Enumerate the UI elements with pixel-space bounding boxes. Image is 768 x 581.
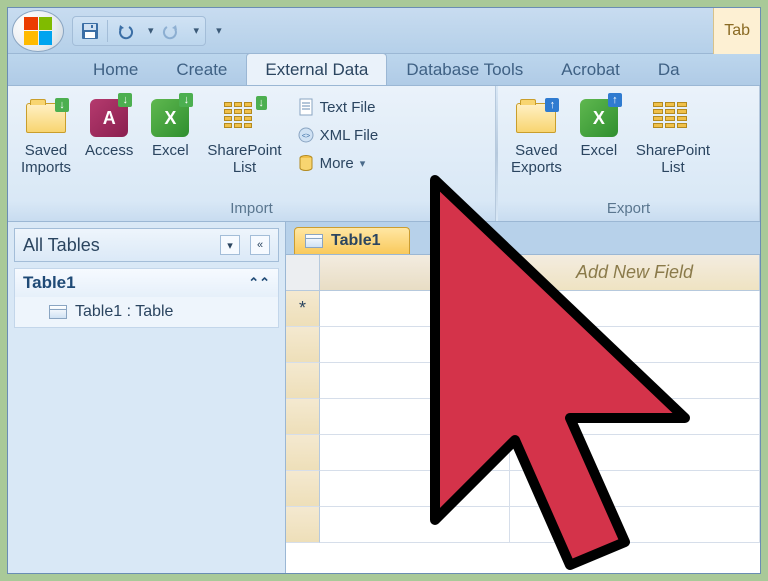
datasheet-header-row: ID Add New Field [286,255,760,291]
saved-exports-label: Saved Exports [511,143,562,176]
document-tab-table1[interactable]: Table1 [294,227,410,254]
import-xml-file-label: XML File [320,127,379,144]
tab-home[interactable]: Home [74,53,157,85]
tab-create[interactable]: Create [157,53,246,85]
qat-customize-dropdown[interactable]: ▾ [216,24,222,37]
collapse-chevron-icon: ⌃⌃ [248,275,270,291]
sharepoint-list-icon [653,102,693,134]
cell-id-new[interactable]: (New) [320,291,510,327]
redo-icon [162,22,180,40]
folder-export-icon: ↑ [516,103,556,133]
navigation-pane-header[interactable]: All Tables ▾ « [14,228,279,262]
import-access-button[interactable]: A↓ Access [78,90,140,165]
export-excel-button[interactable]: X↑ Excel [569,90,629,165]
sharepoint-list-icon: ↓ [224,102,264,134]
export-sharepoint-label: SharePoint List [636,143,710,176]
ribbon-group-import: ↓ Saved Imports A↓ Access X↓ Excel ↓ Sha… [8,86,496,221]
qat-cluster: ▾ ▾ [72,16,206,46]
select-all-corner[interactable] [286,255,320,291]
import-excel-label: Excel [152,143,189,160]
nav-section-title: Table1 [23,273,76,293]
tab-truncated[interactable]: Da [639,53,685,85]
access-icon: A↓ [90,99,128,137]
column-header-add-new-field[interactable]: Add New Field [510,255,760,291]
office-button[interactable] [12,10,64,52]
row-selector-new[interactable]: * [286,291,320,327]
tab-acrobat[interactable]: Acrobat [542,53,639,85]
undo-button[interactable] [114,20,136,42]
nav-item-label: Table1 : Table [75,303,173,321]
import-more-button[interactable]: More ▾ [291,150,384,176]
chevron-down-icon: ▾ [227,239,233,252]
redo-dropdown: ▾ [194,24,200,37]
saved-imports-label: Saved Imports [21,143,71,176]
import-sharepoint-label: SharePoint List [207,143,281,176]
import-text-file-button[interactable]: Text File [291,94,384,120]
table-icon [305,234,323,248]
new-record-row: * (New) [286,291,760,327]
nav-dropdown-button[interactable]: ▾ [220,235,240,255]
ribbon-group-export: ↑ Saved Exports X↑ Excel SharePoint List… [498,86,760,221]
redo-button[interactable] [160,20,182,42]
xml-file-icon: <> [296,125,316,145]
document-tab-strip: Table1 [286,222,760,254]
document-area: Table1 ID Add New Field * (New) [286,222,760,573]
datasheet-view: ID Add New Field * (New) [286,254,760,573]
folder-import-icon: ↓ [26,103,66,133]
nav-section-header[interactable]: Table1 ⌃⌃ [15,269,278,297]
import-excel-button[interactable]: X↓ Excel [140,90,200,165]
save-button[interactable] [79,20,101,42]
workspace: All Tables ▾ « Table1 ⌃⌃ Table1 : Table [8,222,760,573]
import-xml-file-button[interactable]: <> XML File [291,122,384,148]
excel-icon: X↑ [580,99,618,137]
undo-icon [116,22,134,40]
contextual-tab-label: Tab [724,22,750,40]
saved-exports-button[interactable]: ↑ Saved Exports [504,90,569,181]
table-icon [49,305,67,319]
database-icon [296,153,316,173]
navigation-pane-title: All Tables [23,235,100,256]
nav-item-table1[interactable]: Table1 : Table [15,297,278,327]
import-group-label: Import [14,198,489,219]
chevron-left-double-icon: « [257,239,263,251]
chevron-down-icon: ▾ [360,157,366,170]
ribbon-tab-strip: Home Create External Data Database Tools… [8,54,760,86]
nav-collapse-button[interactable]: « [250,235,270,255]
floppy-disk-icon [81,22,99,40]
application-window: ▾ ▾ ▾ Tab Home Create External Data Data… [7,7,761,574]
import-more-label: More [320,155,354,172]
saved-imports-button[interactable]: ↓ Saved Imports [14,90,78,181]
contextual-tab-group: Tab [713,8,760,54]
cell-newfield-new[interactable] [510,291,760,327]
document-tab-label: Table1 [331,232,381,250]
import-access-label: Access [85,143,133,160]
export-sharepoint-button[interactable]: SharePoint List [629,90,717,181]
undo-dropdown[interactable]: ▾ [148,24,154,37]
import-text-file-label: Text File [320,99,376,116]
navigation-pane: All Tables ▾ « Table1 ⌃⌃ Table1 : Table [8,222,286,573]
import-sharepoint-button[interactable]: ↓ SharePoint List [200,90,288,181]
tab-external-data[interactable]: External Data [246,53,387,85]
export-group-label: Export [504,198,753,219]
nav-section-table1: Table1 ⌃⌃ Table1 : Table [14,268,279,328]
excel-icon: X↓ [151,99,189,137]
export-excel-label: Excel [581,143,618,160]
ribbon: ↓ Saved Imports A↓ Access X↓ Excel ↓ Sha… [8,86,760,222]
tab-database-tools[interactable]: Database Tools [387,53,542,85]
office-logo-icon [24,17,52,45]
text-file-icon [296,97,316,117]
column-header-id[interactable]: ID [320,255,510,291]
quick-access-toolbar: ▾ ▾ ▾ Tab [8,8,760,54]
svg-text:<>: <> [302,133,310,140]
